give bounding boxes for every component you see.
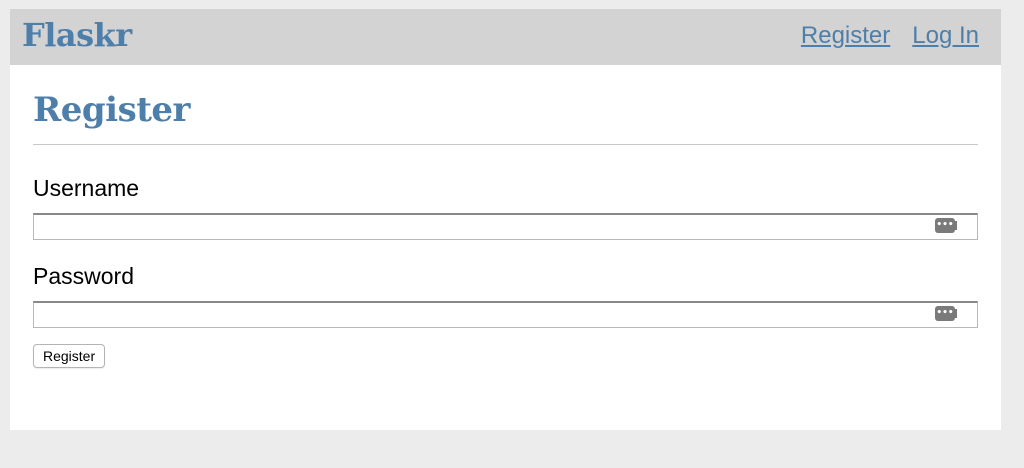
username-field-wrapper: ••• bbox=[33, 213, 978, 240]
password-manager-key-icon[interactable]: ••• bbox=[935, 218, 957, 233]
top-nav: Flaskr Register Log In bbox=[10, 9, 1001, 65]
password-input[interactable] bbox=[34, 303, 977, 327]
nav-links: Register Log In bbox=[801, 22, 979, 50]
username-label: Username bbox=[33, 175, 140, 201]
page-container: Flaskr Register Log In Register Username… bbox=[10, 9, 1001, 430]
register-submit-button[interactable]: Register bbox=[33, 344, 106, 368]
password-field-wrapper: ••• bbox=[33, 301, 978, 328]
nav-login-link[interactable]: Log In bbox=[912, 22, 979, 50]
nav-register-link[interactable]: Register bbox=[801, 22, 890, 50]
page-title: Register bbox=[33, 65, 978, 145]
password-label: Password bbox=[33, 263, 134, 289]
username-input[interactable] bbox=[34, 215, 977, 239]
password-manager-key-icon[interactable]: ••• bbox=[935, 306, 957, 321]
brand-title: Flaskr bbox=[22, 16, 132, 54]
main-content: Register Username ••• Password ••• Regis… bbox=[33, 65, 978, 368]
